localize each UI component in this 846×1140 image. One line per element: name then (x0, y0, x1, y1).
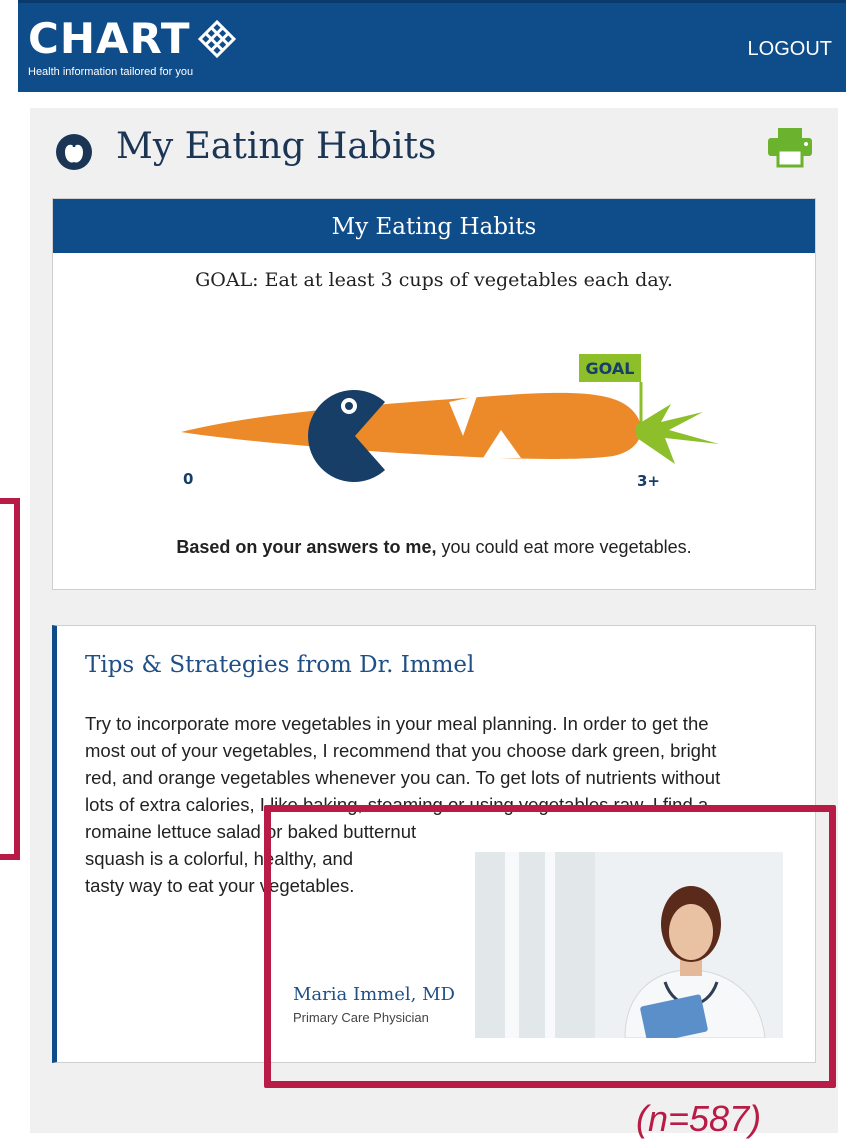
apple-icon (52, 128, 96, 177)
goal-flag-label: GOAL (586, 359, 635, 378)
printer-icon[interactable] (766, 126, 814, 173)
highlight-box-left (0, 498, 20, 860)
goal-text: GOAL: Eat at least 3 cups of vegetables … (195, 269, 673, 291)
logout-button[interactable]: LOGOUT (742, 37, 838, 62)
carrot-progress-graphic: GOAL 0 3+ (181, 354, 719, 490)
feedback-bold: Based on your answers to me, (176, 537, 437, 557)
tips-line: Try to incorporate more vegetables in yo… (85, 713, 709, 734)
chart-logo[interactable]: CHART Health information tailored for yo… (28, 17, 237, 78)
carrot-body (181, 392, 642, 459)
card-heading: My Eating Habits (53, 199, 815, 253)
carrot-leaves (635, 404, 719, 464)
eating-habits-card: My Eating Habits GOAL: Eat at least 3 cu… (52, 198, 816, 590)
tips-title: Tips & Strategies from Dr. Immel (85, 652, 475, 678)
logo-text: CHART (28, 14, 191, 63)
scale-min-label: 0 (183, 470, 193, 488)
app-header: CHART Health information tailored for yo… (18, 0, 846, 92)
diamond-logo-icon (197, 19, 237, 64)
tips-line: most out of your vegetables, I recommend… (85, 740, 717, 761)
sample-size-annotation: (n=587) (636, 1098, 762, 1139)
tagline: Health information tailored for you (28, 66, 194, 78)
page-title: My Eating Habits (116, 126, 437, 167)
scale-max-label: 3+ (637, 472, 660, 490)
feedback-text: Based on your answers to me, you could e… (53, 537, 815, 558)
tips-line: red, and orange vegetables whenever you … (85, 767, 721, 788)
feedback-rest: you could eat more vegetables. (436, 537, 692, 557)
highlight-box-doctor (264, 805, 836, 1088)
